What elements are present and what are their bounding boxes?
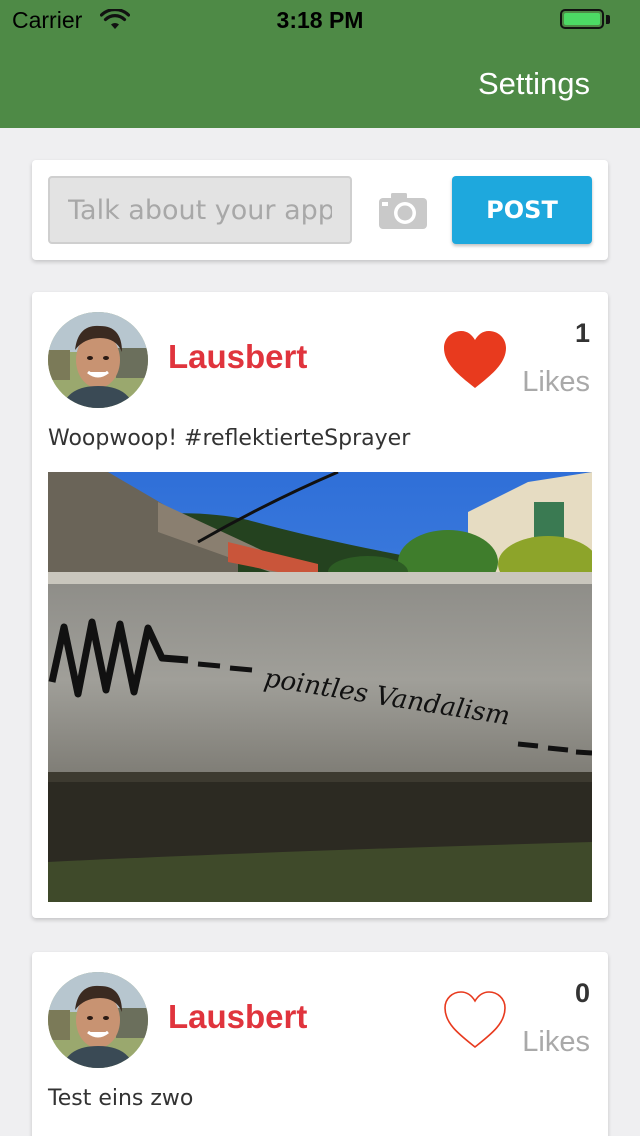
author-avatar[interactable] [48, 972, 148, 1068]
post-text: Woopwoop! #reflektierteSprayer [48, 426, 411, 451]
post-card: Lausbert 1 Likes Woopwoop! #reflektierte… [32, 292, 608, 918]
post-button[interactable]: POST [452, 176, 592, 244]
talk-input[interactable] [48, 176, 352, 244]
heart-outline-icon[interactable] [442, 990, 508, 1050]
status-bar: Carrier 3:18 PM [0, 0, 640, 40]
like-count: 1 [574, 318, 590, 348]
camera-icon[interactable] [378, 192, 428, 230]
battery-icon [560, 9, 604, 29]
post-card: Lausbert 0 Likes Test eins zwo [32, 952, 608, 1136]
status-time: 3:18 PM [276, 7, 364, 33]
settings-button[interactable]: Settings [478, 66, 590, 102]
likes-label: Likes [522, 1026, 590, 1058]
author-name[interactable]: Lausbert [168, 998, 307, 1036]
navigation-bar: Carrier 3:18 PM Settings [0, 0, 640, 128]
author-name[interactable]: Lausbert [168, 338, 307, 376]
post-photo[interactable]: pointles Vandalism [48, 472, 592, 902]
author-avatar[interactable] [48, 312, 148, 408]
battery-tip [606, 15, 610, 24]
heart-filled-icon[interactable] [442, 330, 508, 390]
likes-label: Likes [522, 366, 590, 398]
post-composer: POST [32, 160, 608, 260]
post-text: Test eins zwo [48, 1086, 194, 1111]
like-count: 0 [574, 978, 590, 1008]
feed-screen: Carrier 3:18 PM Settings POST [0, 0, 640, 1136]
